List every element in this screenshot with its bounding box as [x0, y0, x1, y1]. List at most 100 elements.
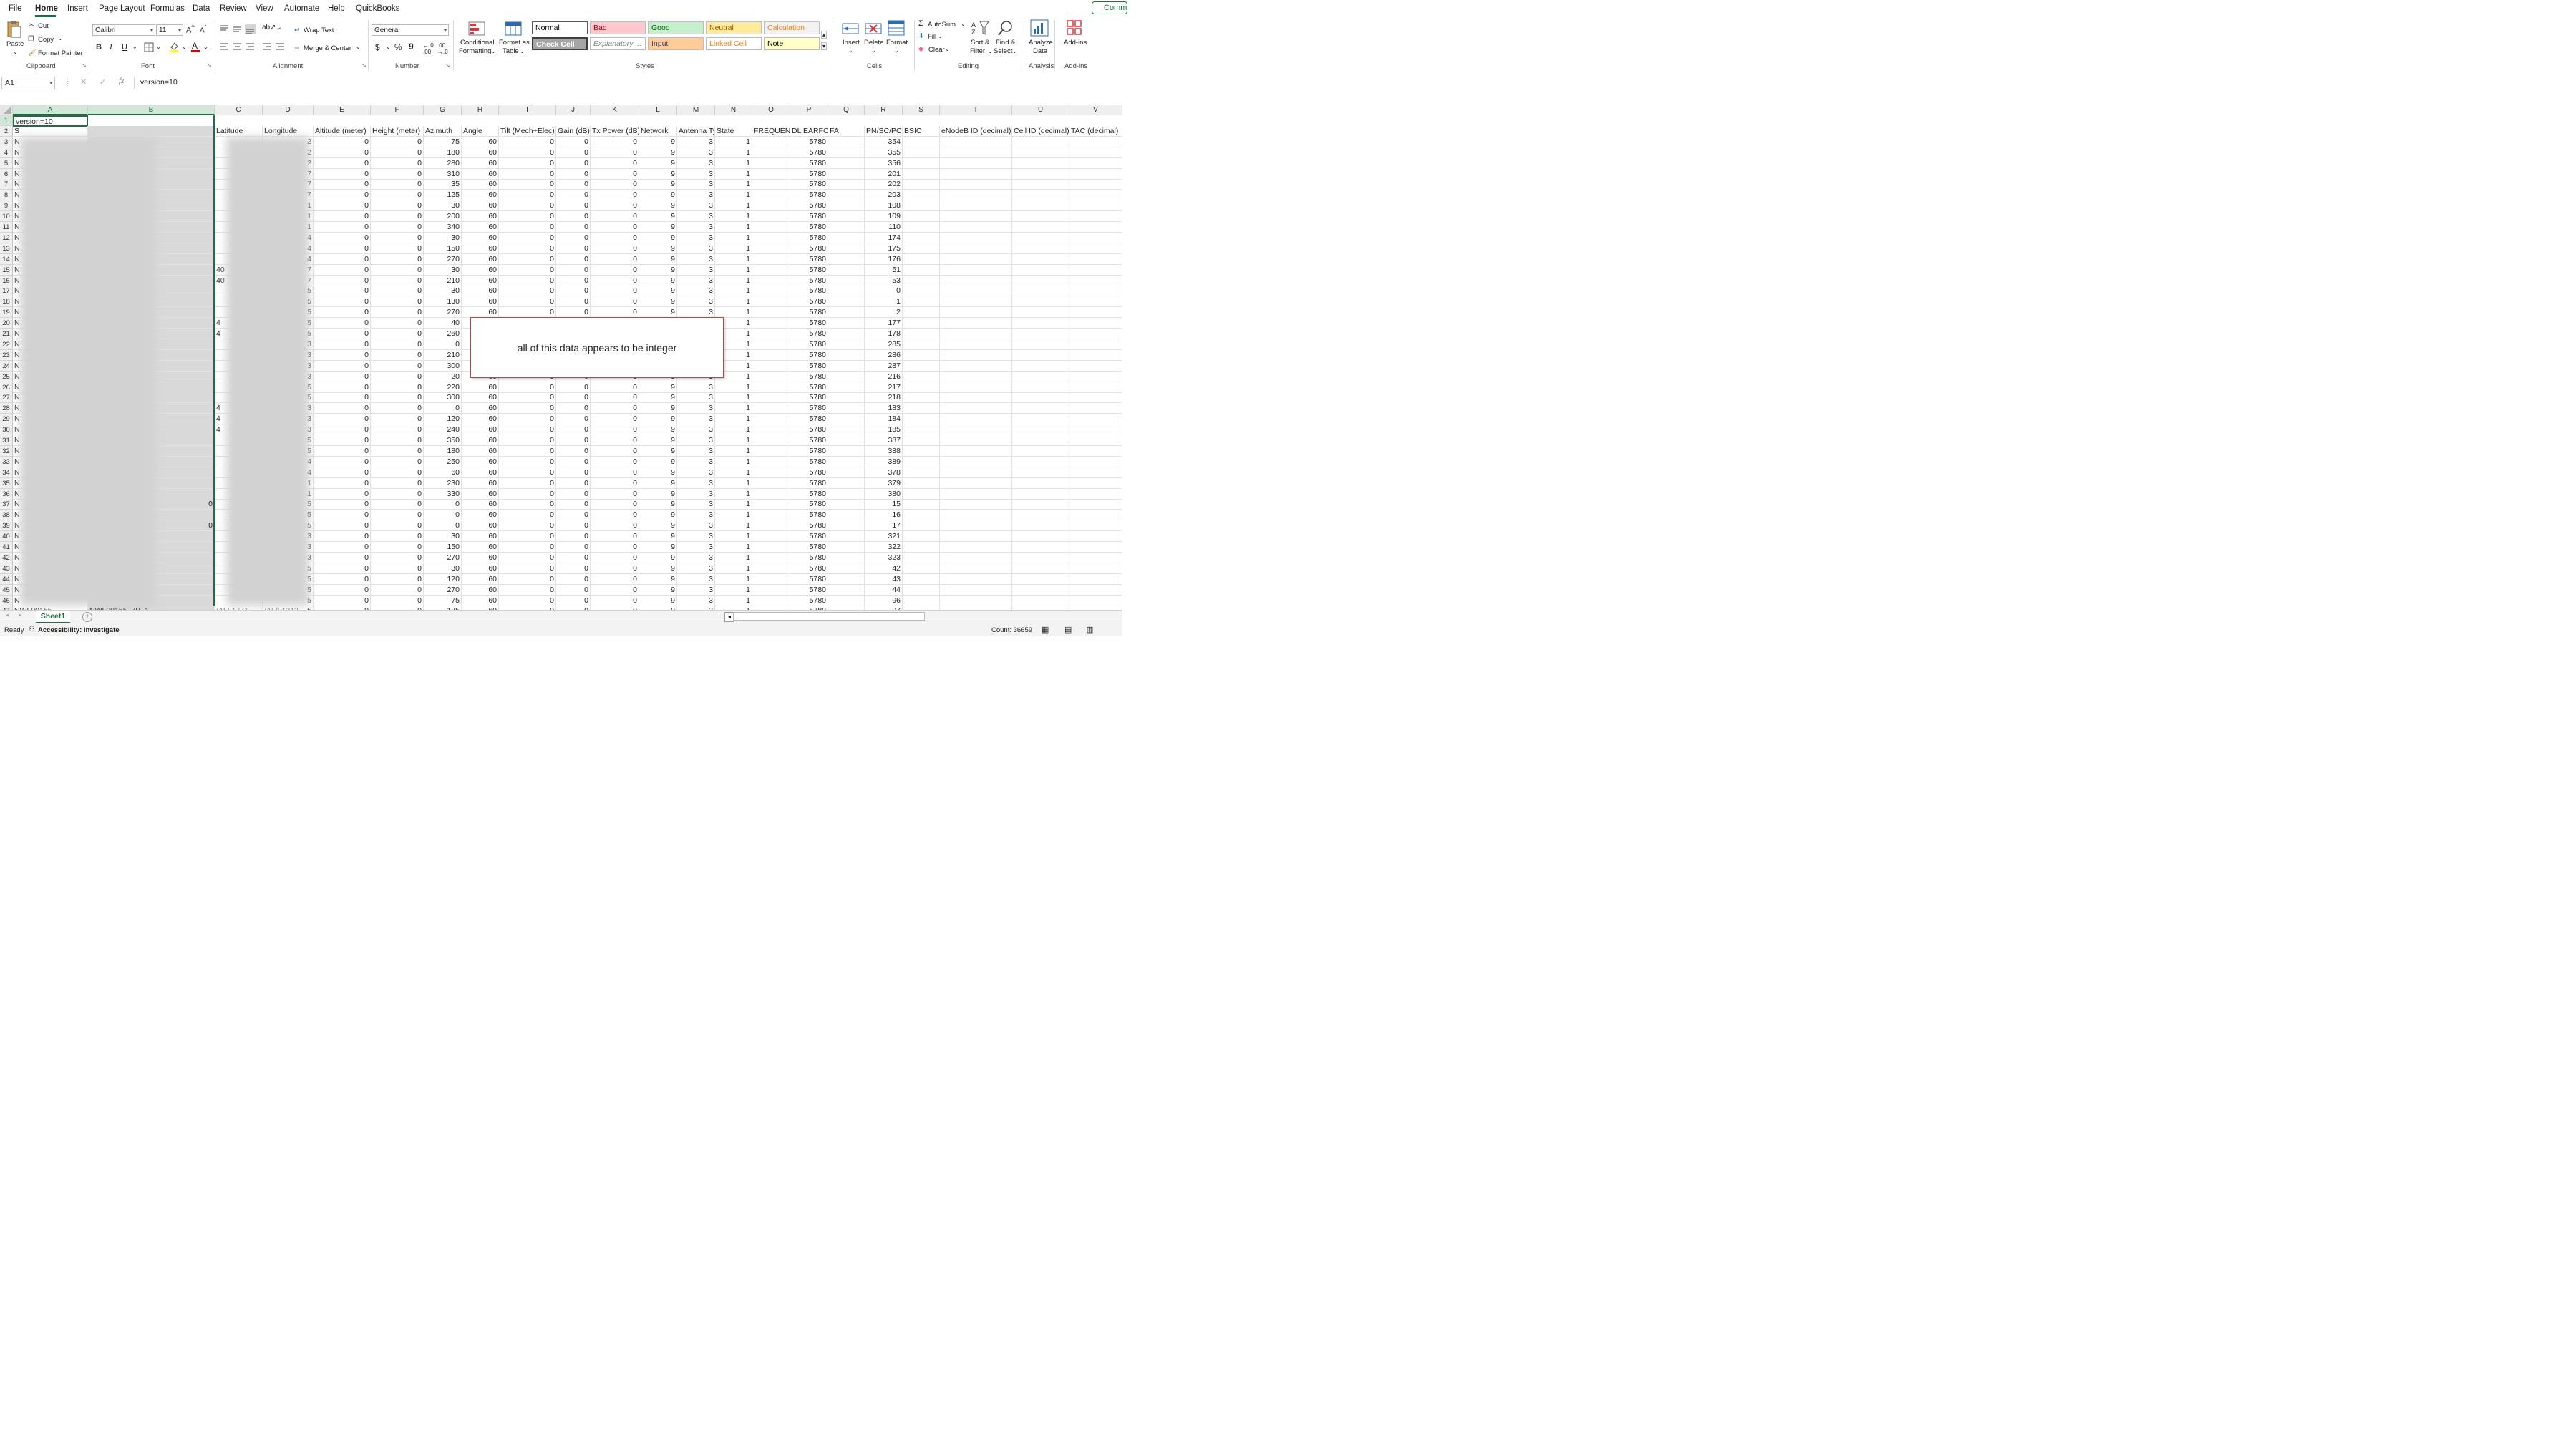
tab-insert[interactable]: Insert: [67, 4, 88, 13]
cell-v27[interactable]: [1069, 392, 1122, 404]
row-header-20[interactable]: 20: [0, 318, 13, 329]
cell-i7[interactable]: 0: [499, 179, 556, 190]
cell-s45[interactable]: [903, 584, 940, 596]
cell-e35[interactable]: 0: [314, 477, 371, 489]
cell-p30[interactable]: 5780: [790, 424, 828, 436]
cell-q14[interactable]: [828, 253, 865, 265]
cell-v13[interactable]: [1069, 243, 1122, 254]
cell-p39[interactable]: 5780: [790, 520, 828, 532]
cell-u10[interactable]: [1012, 211, 1069, 223]
cell-u40[interactable]: [1012, 531, 1069, 543]
cell-e37[interactable]: 0: [314, 499, 371, 510]
currency-dropdown-icon[interactable]: ⌄: [386, 44, 391, 50]
cell-h45[interactable]: 60: [462, 584, 499, 596]
cell-r9[interactable]: 108: [865, 200, 903, 212]
insert-dropdown-icon[interactable]: ⌄: [848, 47, 853, 54]
cell-p21[interactable]: 5780: [790, 329, 828, 339]
cell-o32[interactable]: [752, 445, 790, 457]
number-launcher-icon[interactable]: ↘: [445, 62, 450, 69]
cell-n19[interactable]: 1: [715, 307, 752, 319]
cell-i41[interactable]: 0: [499, 542, 556, 553]
cell-i10[interactable]: 0: [499, 211, 556, 223]
cell-r2[interactable]: PN/SC/PCI: [865, 125, 903, 137]
cell-s44[interactable]: [903, 573, 940, 585]
row-header-7[interactable]: 7: [0, 179, 13, 190]
decrease-font-icon[interactable]: Aˇ: [200, 24, 206, 34]
cell-k41[interactable]: 0: [591, 542, 639, 553]
cell-u23[interactable]: [1012, 349, 1069, 361]
cell-j6[interactable]: 0: [556, 168, 591, 180]
cell-q32[interactable]: [828, 445, 865, 457]
cell-n39[interactable]: 1: [715, 520, 752, 532]
cell-h43[interactable]: 60: [462, 563, 499, 574]
delete-cells-icon[interactable]: [865, 21, 882, 36]
cell-q22[interactable]: [828, 339, 865, 350]
cell-o24[interactable]: [752, 360, 790, 372]
cell-s4[interactable]: [903, 147, 940, 158]
cell-q3[interactable]: [828, 136, 865, 147]
cell-s29[interactable]: [903, 414, 940, 425]
cell-b2[interactable]: [88, 125, 215, 137]
cell-o28[interactable]: [752, 403, 790, 414]
cell-m39[interactable]: 3: [677, 520, 715, 532]
cell-k3[interactable]: 0: [591, 136, 639, 147]
cell-m29[interactable]: 3: [677, 414, 715, 425]
cell-u32[interactable]: [1012, 445, 1069, 457]
cell-k46[interactable]: 0: [591, 595, 639, 606]
cell-s8[interactable]: [903, 190, 940, 201]
cell-q12[interactable]: [828, 232, 865, 243]
cell-style-input[interactable]: Input: [648, 37, 704, 50]
cell-q38[interactable]: [828, 510, 865, 521]
cell-e6[interactable]: 0: [314, 168, 371, 180]
cell-l43[interactable]: 9: [639, 563, 677, 574]
cell-s23[interactable]: [903, 349, 940, 361]
cell-k7[interactable]: 0: [591, 179, 639, 190]
cell-s14[interactable]: [903, 253, 940, 265]
cell-t13[interactable]: [940, 243, 1012, 254]
cell-j8[interactable]: 0: [556, 190, 591, 201]
cell-v16[interactable]: [1069, 275, 1122, 286]
cell-i13[interactable]: 0: [499, 243, 556, 254]
cell-p24[interactable]: 5780: [790, 360, 828, 372]
cell-n7[interactable]: 1: [715, 179, 752, 190]
cell-s16[interactable]: [903, 275, 940, 286]
cell-e33[interactable]: 0: [314, 456, 371, 467]
cell-j30[interactable]: 0: [556, 424, 591, 436]
cell-u46[interactable]: [1012, 595, 1069, 606]
cell-u41[interactable]: [1012, 542, 1069, 553]
cell-g2[interactable]: Azimuth: [424, 125, 462, 137]
cell-v42[interactable]: [1069, 552, 1122, 563]
cell-i33[interactable]: 0: [499, 456, 556, 467]
merge-center-button[interactable]: Merge & Center: [304, 44, 351, 52]
cell-h35[interactable]: 60: [462, 477, 499, 489]
cell-n13[interactable]: 1: [715, 243, 752, 254]
row-header-28[interactable]: 28: [0, 403, 13, 414]
cell-q16[interactable]: [828, 275, 865, 286]
cell-e28[interactable]: 0: [314, 403, 371, 414]
cell-m15[interactable]: 3: [677, 264, 715, 276]
cell-style-explanatory-[interactable]: Explanatory ...: [590, 37, 646, 50]
cell-u6[interactable]: [1012, 168, 1069, 180]
cell-r41[interactable]: 322: [865, 542, 903, 553]
column-header-q[interactable]: Q: [828, 105, 865, 115]
cell-p46[interactable]: 5780: [790, 595, 828, 606]
cell-n41[interactable]: 1: [715, 542, 752, 553]
clear-button[interactable]: Clear: [928, 46, 945, 54]
cell-m45[interactable]: 3: [677, 584, 715, 596]
cell-l45[interactable]: 9: [639, 584, 677, 596]
cell-i4[interactable]: 0: [499, 147, 556, 158]
cell-i16[interactable]: 0: [499, 275, 556, 286]
cell-h46[interactable]: 60: [462, 595, 499, 606]
cell-n45[interactable]: 1: [715, 584, 752, 596]
cell-style-calculation[interactable]: Calculation: [764, 21, 820, 34]
cell-j14[interactable]: 0: [556, 253, 591, 265]
cell-s42[interactable]: [903, 552, 940, 563]
cell-g43[interactable]: 30: [424, 563, 462, 574]
cell-n33[interactable]: 1: [715, 456, 752, 467]
cell-g23[interactable]: 210: [424, 349, 462, 361]
cell-i12[interactable]: 0: [499, 232, 556, 243]
cell-m14[interactable]: 3: [677, 253, 715, 265]
cell-e16[interactable]: 0: [314, 275, 371, 286]
font-size-select[interactable]: 11 ▾: [156, 24, 183, 36]
cell-o45[interactable]: [752, 584, 790, 596]
